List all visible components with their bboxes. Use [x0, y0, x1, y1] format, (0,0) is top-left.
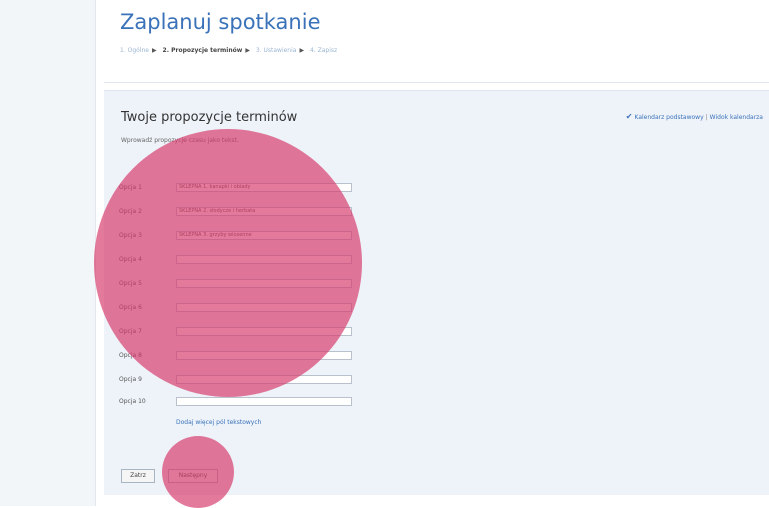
step-arrow-icon: ▶ — [299, 47, 305, 54]
add-more-fields-link[interactable]: Dodaj więcej pól tekstowych — [176, 419, 261, 426]
option-label: Opcja 1 — [119, 184, 142, 191]
calendar-view-link[interactable]: Widok kalendarza — [710, 114, 763, 121]
next-button[interactable]: Następny — [168, 469, 218, 483]
option-input-1[interactable]: SKLEPNA 1. kanapki i obiady — [176, 183, 352, 192]
back-button[interactable]: Zatrz — [121, 469, 155, 483]
option-input-9[interactable] — [176, 375, 352, 384]
option-input-10[interactable] — [176, 397, 352, 406]
option-input-4[interactable] — [176, 255, 352, 264]
option-label: Opcja 7 — [119, 328, 142, 335]
option-label: Opcja 8 — [119, 352, 142, 359]
wizard-steps: 1. Ogólne ▶ 2. Propozycje terminów ▶ 3. Us… — [120, 47, 340, 54]
proposals-panel — [104, 90, 769, 495]
link-separator: | — [705, 114, 708, 121]
option-input-5[interactable] — [176, 279, 352, 288]
option-input-3[interactable]: SKLEPNA 3. grzyby wiosenne — [176, 231, 352, 240]
step-general[interactable]: 1. Ogólne — [120, 47, 149, 54]
option-label: Opcja 9 — [119, 376, 142, 383]
option-label: Opcja 4 — [119, 256, 142, 263]
option-input-7[interactable] — [176, 327, 352, 336]
left-sidebar — [0, 0, 96, 506]
instruction-text: Wprowadź propozycje czasu jako tekst. — [121, 137, 239, 144]
page-title: Zaplanuj spotkanie — [120, 10, 321, 34]
step-arrow-icon: ▶ — [152, 47, 157, 54]
section-title: Twoje propozycje terminów — [121, 110, 298, 125]
option-input-8[interactable] — [176, 351, 352, 360]
calendar-primary-link[interactable]: Kalendarz podstawowy — [634, 114, 703, 121]
step-arrow-icon: ▶ — [245, 47, 250, 54]
option-input-2[interactable]: SKLEPNA 2. słodycze i herbata — [176, 207, 352, 216]
option-label: Opcja 10 — [119, 398, 146, 405]
option-label: Opcja 5 — [119, 280, 142, 287]
option-label: Opcja 6 — [119, 304, 142, 311]
option-label: Opcja 2 — [119, 208, 142, 215]
option-input-6[interactable] — [176, 303, 352, 312]
checkmark-icon: ✔ — [625, 112, 633, 121]
calendar-links: ✔ Kalendarz podstawowy | Widok kalendarza — [626, 112, 763, 121]
step-save[interactable]: 4. Zapisz — [310, 47, 337, 54]
step-proposals: 2. Propozycje terminów — [162, 47, 243, 54]
step-settings[interactable]: 3. Ustawienia — [256, 47, 297, 54]
divider — [104, 82, 769, 83]
option-label: Opcja 3 — [119, 232, 142, 239]
